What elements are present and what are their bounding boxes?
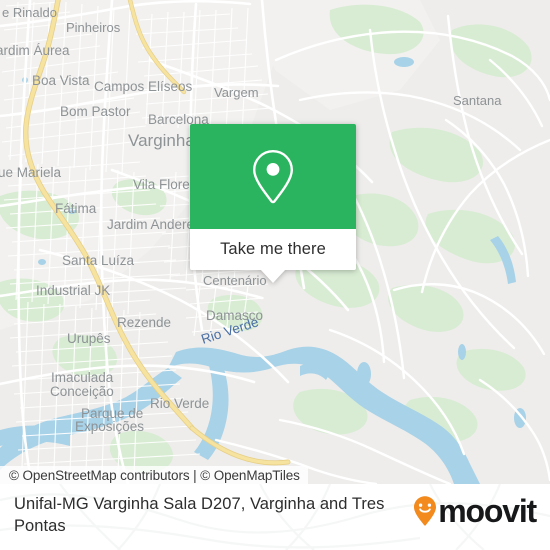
moovit-wordmark: moovit	[438, 493, 537, 529]
map-label: Exposições	[75, 419, 144, 434]
map-label: Varginha	[128, 131, 195, 150]
take-me-there-button[interactable]: Take me there	[190, 229, 356, 270]
map-label: Vargem	[214, 85, 259, 100]
map-canvas[interactable]: e Rinaldo Pinheiros ardim Áurea Boa Vista Ca…	[0, 0, 550, 484]
map-label: Industrial JK	[36, 283, 110, 298]
map-label: Pinheiros	[66, 20, 121, 35]
page-title: Unifal-MG Varginha Sala D207, Varginha a…	[14, 495, 385, 535]
map-label: Centenário	[203, 273, 267, 288]
map-pin-icon	[252, 149, 294, 203]
map-label: ardim Áurea	[0, 43, 70, 58]
map-label: ue Mariela	[0, 165, 62, 180]
map-label: Bom Pastor	[60, 104, 131, 119]
location-popup[interactable]: Take me there	[190, 124, 356, 283]
map-label: Rezende	[117, 315, 171, 330]
map-label: e Rinaldo	[2, 5, 57, 20]
map-label: Santa Luíza	[62, 253, 135, 268]
moovit-map-screen: e Rinaldo Pinheiros ardim Áurea Boa Vista Ca…	[0, 0, 550, 550]
moovit-logo[interactable]: moovit	[413, 493, 537, 529]
take-me-there-label: Take me there	[220, 240, 326, 258]
map-label: Fátima	[55, 201, 97, 216]
footer-bar: Unifal-MG Varginha Sala D207, Varginha a…	[0, 484, 550, 550]
map-label: Conceição	[50, 384, 114, 399]
moovit-pin-smiley-icon	[414, 496, 437, 526]
map-label: Boa Vista	[32, 73, 90, 88]
map-label: Rio Verde	[150, 396, 209, 411]
map-label: Urupês	[67, 331, 111, 346]
popup-tail	[260, 269, 286, 283]
map-label: Vila Flores	[133, 177, 197, 192]
popup-image-panel	[190, 124, 356, 229]
map-label: Campos Elíseos	[94, 79, 193, 94]
map-label: Santana	[453, 93, 502, 108]
map-label: Imaculada	[51, 370, 114, 385]
map-attribution[interactable]: © OpenStreetMap contributors | © OpenMap…	[0, 466, 308, 484]
map-attribution-text: © OpenStreetMap contributors | © OpenMap…	[9, 467, 300, 483]
map-label: Jardim Andere	[107, 217, 194, 232]
